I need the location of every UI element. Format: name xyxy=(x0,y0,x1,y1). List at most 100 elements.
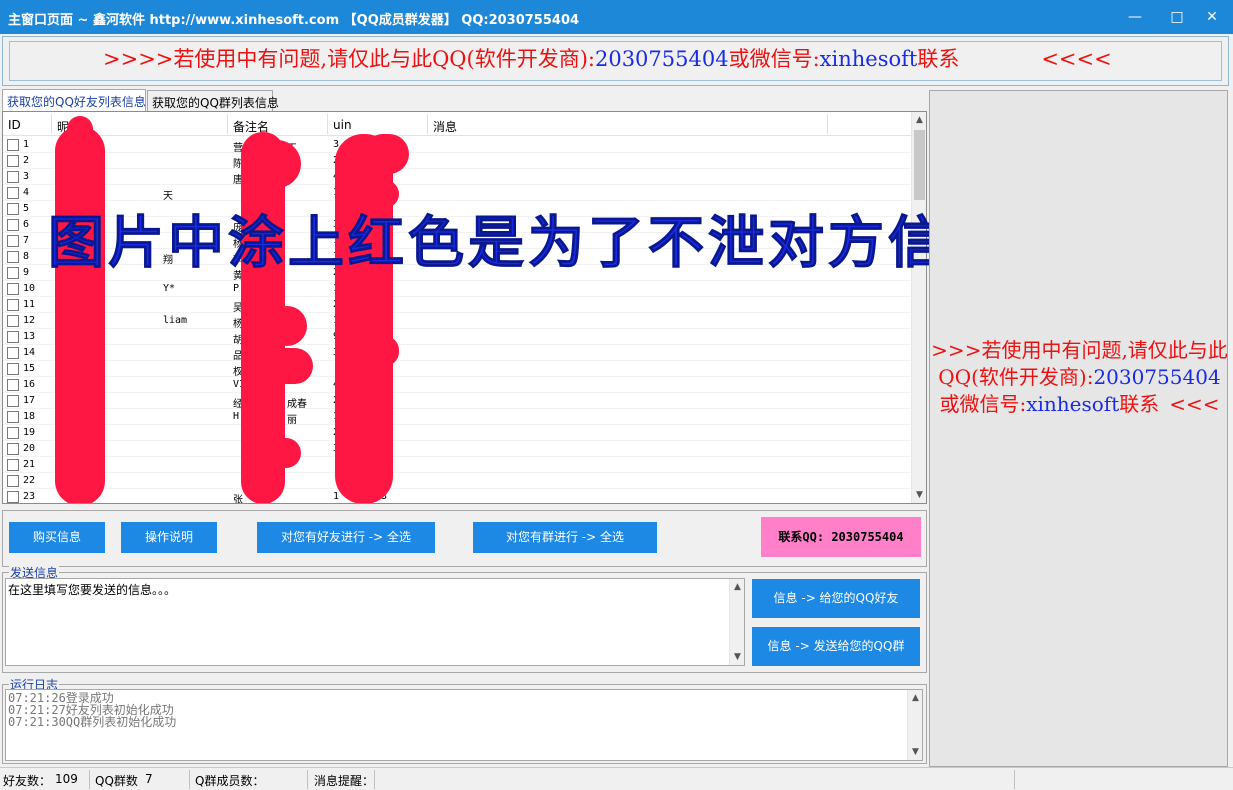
table-row[interactable]: 2ti陈2 xyxy=(3,153,913,170)
scroll-thumb[interactable] xyxy=(914,130,925,200)
table-row[interactable]: 13胡92 xyxy=(3,329,913,346)
send-to-groups-button[interactable]: 信息 -> 发送给您的QQ群 xyxy=(752,627,920,666)
row-checkbox[interactable] xyxy=(7,203,19,215)
row-checkbox[interactable] xyxy=(7,299,19,311)
row-id: 3 xyxy=(23,171,30,182)
row-id: 15 xyxy=(23,363,36,374)
status-members-label: Q群成员数： xyxy=(195,774,265,788)
message-input[interactable]: 在这里填写您要发送的信息。。。 ▲ ▼ xyxy=(5,578,745,666)
table-row[interactable]: 23张13 xyxy=(3,489,913,504)
status-bar: 好友数： 109 QQ群数 7 Q群成员数： 消息提醒： xyxy=(0,767,1233,790)
table-row[interactable]: 12liam杨16 xyxy=(3,313,913,330)
row-remark: P xyxy=(233,283,240,294)
row-checkbox[interactable] xyxy=(7,379,19,391)
status-friends-value: 109 xyxy=(55,772,78,786)
row-checkbox[interactable] xyxy=(7,315,19,327)
send-group: 发送信息 在这里填写您要发送的信息。。。 ▲ ▼ 信息 -> 给您的QQ好友 信… xyxy=(2,564,927,673)
row-nick-suffix: liam xyxy=(163,315,188,326)
col-id[interactable]: ID xyxy=(8,118,21,132)
row-checkbox[interactable] xyxy=(7,251,19,263)
redaction-nick-top xyxy=(67,116,93,146)
row-checkbox[interactable] xyxy=(7,395,19,407)
status-groups-label: QQ群数 xyxy=(95,774,138,788)
row-id: 18 xyxy=(23,411,36,422)
row-checkbox[interactable] xyxy=(7,155,19,167)
grid-scrollbar[interactable]: ▲ ▼ xyxy=(911,112,926,503)
row-checkbox[interactable] xyxy=(7,475,19,487)
top-banner: >>>>若使用中有问题,请仅此与此QQ(软件开发商):2030755404或微信… xyxy=(2,36,1229,86)
table-row[interactable]: 1mi营工3 xyxy=(3,137,913,154)
help-button[interactable]: 操作说明 xyxy=(121,522,217,553)
table-row[interactable]: 3命唐412 xyxy=(3,169,913,186)
row-checkbox[interactable] xyxy=(7,331,19,343)
log-scrollbar[interactable]: ▲ ▼ xyxy=(907,690,922,760)
title-bar: 主窗口页面 ~ 鑫河软件 http://www.xinhesoft.com 【Q… xyxy=(0,0,1233,34)
row-nick-suffix: Y* xyxy=(163,283,176,294)
contact-qq-label[interactable]: 联系QQ: 2030755404 xyxy=(761,517,921,557)
row-id: 2 xyxy=(23,155,30,166)
scroll-down-icon[interactable]: ▼ xyxy=(730,649,744,665)
scroll-down-icon[interactable]: ▼ xyxy=(908,744,922,760)
action-panel: 购买信息 操作说明 对您有好友进行 -> 全选 对您有群进行 -> 全选 联系Q… xyxy=(2,510,927,567)
scroll-up-icon[interactable]: ▲ xyxy=(912,112,926,128)
row-checkbox[interactable] xyxy=(7,491,19,503)
table-row[interactable]: 11吴27 xyxy=(3,297,913,314)
side-msg3: 联系 xyxy=(1119,392,1160,416)
row-checkbox[interactable] xyxy=(7,443,19,455)
scroll-up-icon[interactable]: ▲ xyxy=(908,690,922,706)
scroll-up-icon[interactable]: ▲ xyxy=(730,579,744,595)
friends-grid: ID 昵称 备注名 uin 消息 1mi营工32ti陈23命唐4124甲天156… xyxy=(2,111,927,504)
select-all-friends-button[interactable]: 对您有好友进行 -> 全选 xyxy=(257,522,435,553)
table-row[interactable]: 22 xyxy=(3,473,913,489)
side-prefix: >>> xyxy=(931,338,982,362)
row-remark: 张 xyxy=(233,495,243,504)
row-id: 13 xyxy=(23,331,36,342)
table-row[interactable]: 14品35 xyxy=(3,345,913,362)
row-remark-suffix: 成春 xyxy=(287,399,307,410)
row-checkbox[interactable] xyxy=(7,283,19,295)
table-row[interactable]: 10Y*P106 xyxy=(3,281,913,297)
maximize-button[interactable]: □ xyxy=(1157,4,1197,30)
table-row[interactable]: 214 xyxy=(3,457,913,473)
row-checkbox[interactable] xyxy=(7,235,19,247)
row-checkbox[interactable] xyxy=(7,347,19,359)
close-button[interactable]: ✕ xyxy=(1192,4,1232,30)
scroll-down-icon[interactable]: ▼ xyxy=(912,487,926,503)
row-id: 19 xyxy=(23,427,36,438)
row-checkbox[interactable] xyxy=(7,219,19,231)
buy-info-button[interactable]: 购买信息 xyxy=(9,522,105,553)
banner-text: >>>>若使用中有问题,请仅此与此QQ(软件开发商):2030755404或微信… xyxy=(103,43,1112,73)
table-row[interactable]: 16VI4 xyxy=(3,377,913,393)
redaction-uin-top xyxy=(363,134,409,174)
row-checkbox[interactable] xyxy=(7,459,19,471)
row-id: 16 xyxy=(23,379,36,390)
table-row[interactable]: 20行31 xyxy=(3,441,913,458)
select-all-groups-button[interactable]: 对您有群进行 -> 全选 xyxy=(473,522,657,553)
side-wechat: xinhesoft xyxy=(1026,392,1120,416)
table-row[interactable]: 15 杈 xyxy=(3,361,913,378)
row-checkbox[interactable] xyxy=(7,171,19,183)
table-row[interactable]: 18H丽150 xyxy=(3,409,913,426)
row-checkbox[interactable] xyxy=(7,187,19,199)
send-to-friends-button[interactable]: 信息 -> 给您的QQ好友 xyxy=(752,579,920,618)
redaction-remark-blob3 xyxy=(267,438,301,468)
table-row[interactable]: 19227 xyxy=(3,425,913,441)
overlay-caption: 图片中涂上红色是为了不泄对方信息 xyxy=(48,210,1008,277)
col-message[interactable]: 消息 xyxy=(433,118,457,135)
log-output[interactable]: 07:21:26登录成功 07:21:27好友列表初始化成功 07:21:30Q… xyxy=(5,689,923,761)
message-scrollbar[interactable]: ▲ ▼ xyxy=(729,579,744,665)
table-row[interactable]: 17经成春283 xyxy=(3,393,913,410)
banner-qq: 2030755404 xyxy=(594,47,729,71)
row-checkbox[interactable] xyxy=(7,267,19,279)
col-uin[interactable]: uin xyxy=(333,118,352,132)
row-id: 7 xyxy=(23,235,30,246)
row-checkbox[interactable] xyxy=(7,427,19,439)
row-checkbox[interactable] xyxy=(7,139,19,151)
tab-groups[interactable]: 获取您的QQ群列表信息 xyxy=(147,90,279,112)
message-input-text: 在这里填写您要发送的信息。。。 xyxy=(8,583,177,597)
row-checkbox[interactable] xyxy=(7,411,19,423)
row-id: 1 xyxy=(23,139,30,150)
row-checkbox[interactable] xyxy=(7,363,19,375)
minimize-button[interactable]: — xyxy=(1115,4,1155,30)
tab-friends[interactable]: 获取您的QQ好友列表信息 xyxy=(2,89,146,111)
